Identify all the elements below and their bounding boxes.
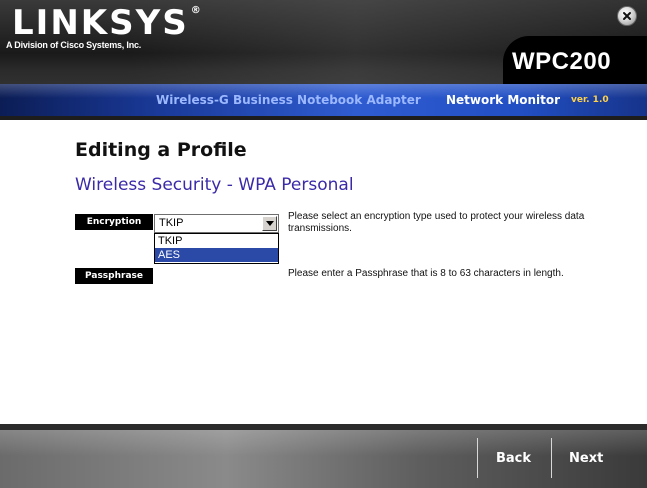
footer-gloss xyxy=(0,430,647,456)
dropdown-option-tkip[interactable]: TKIP xyxy=(155,234,278,248)
header-divider xyxy=(0,116,647,120)
dropdown-option-aes[interactable]: AES xyxy=(155,248,278,262)
close-icon xyxy=(623,12,631,20)
logo-tagline: A Division of Cisco Systems, Inc. xyxy=(6,40,142,50)
model-name: WPC200 xyxy=(512,48,612,75)
app-window: LINKSYS ® A Division of Cisco Systems, In… xyxy=(0,0,647,488)
passphrase-input[interactable] xyxy=(154,268,279,284)
passphrase-help-text: Please enter a Passphrase that is 8 to 6… xyxy=(288,268,564,279)
encryption-select-value: TKIP xyxy=(159,217,184,229)
linksys-logo: LINKSYS ® xyxy=(12,3,203,43)
next-button[interactable]: Next xyxy=(569,451,603,466)
footer-separator xyxy=(551,438,552,478)
back-button[interactable]: Back xyxy=(496,451,531,466)
encryption-select[interactable]: TKIP xyxy=(154,214,279,233)
logo-text: LINKSYS xyxy=(12,3,189,43)
page-title: Editing a Profile xyxy=(75,139,247,161)
encryption-label: Encryption xyxy=(75,214,153,230)
encryption-help-text: Please select an encryption type used to… xyxy=(288,211,585,234)
app-name: Network Monitor xyxy=(446,93,561,107)
footer-bar xyxy=(0,430,647,488)
passphrase-label: Passphrase xyxy=(75,268,153,284)
version-label: ver. 1.0 xyxy=(571,95,609,105)
section-title: Wireless Security - WPA Personal xyxy=(75,175,354,195)
encryption-dropdown-list: TKIP AES xyxy=(154,233,279,264)
product-name: Wireless-G Business Notebook Adapter xyxy=(156,93,421,107)
registered-mark: ® xyxy=(190,5,203,16)
dropdown-arrow-button[interactable] xyxy=(262,216,277,231)
footer-separator xyxy=(477,438,478,478)
chevron-down-icon xyxy=(265,220,274,226)
close-button[interactable] xyxy=(617,6,637,26)
